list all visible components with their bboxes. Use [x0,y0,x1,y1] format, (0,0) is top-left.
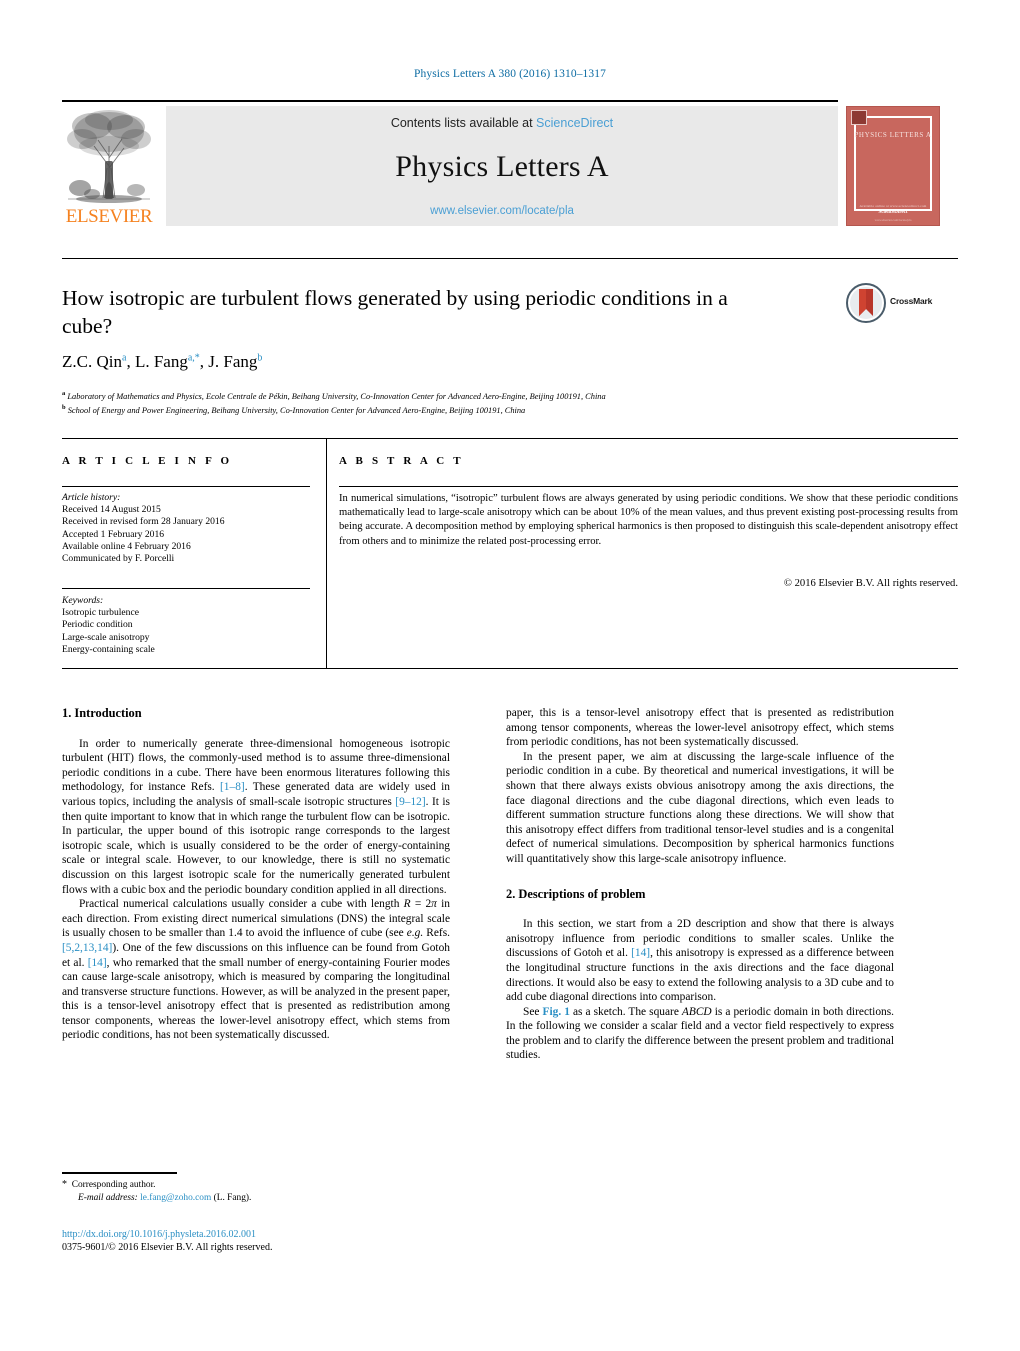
paragraph: In order to numerically generate three-d… [62,737,450,896]
cover-foot-brand: ScienceDirect [878,210,908,215]
body-column-right: paper, this is a tensor-level anisotropy… [506,706,894,1063]
issn-copyright-line: 0375-9601/© 2016 Elsevier B.V. All right… [62,1242,273,1254]
paragraph: See Fig. 1 as a sketch. The square ABCD … [506,1005,895,1062]
info-under-rule [62,486,310,487]
paragraph: paper, this is a tensor-level anisotropy… [506,707,894,749]
info-top-rule [62,438,958,439]
affiliation-list: a Laboratory of Mathematics and Physics,… [62,388,958,417]
article-history-label: Article history: [62,492,121,503]
sciencedirect-link[interactable]: ScienceDirect [536,116,613,130]
history-item: Available online 4 February 2016 [62,540,191,552]
journal-article-page: Physics Letters A 380 (2016) 1310–1317 E… [0,0,1020,1351]
article-history: Article history: Received 14 August 2015… [62,492,312,565]
journal-masthead: ELSEVIER Contents lists available at Sci… [62,100,958,228]
elsevier-tree-icon [67,110,151,203]
crossmark-icon [846,283,886,323]
crossmark-badge[interactable]: CrossMark [846,283,958,325]
paragraph: In the present paper, we aim at discussi… [506,750,894,865]
info-abstract-divider [326,438,327,668]
doi-block: http://dx.doi.org/10.1016/j.physleta.201… [62,1228,482,1255]
running-head: Physics Letters A 380 (2016) 1310–1317 [414,68,606,80]
keywords-top-rule [62,588,310,589]
footnote-block: * Corresponding author. E-mail address: … [62,1178,452,1205]
article-info-heading: A R T I C L E I N F O [62,455,233,467]
abstract-text: In numerical simulations, “isotropic” tu… [339,493,958,547]
masthead-top-rule [62,100,838,102]
paragraph: Practical numerical calculations usually… [62,898,451,1042]
keyword-list: Keywords: Isotropic turbulence Periodic … [62,595,312,656]
corresponding-author-line: * Corresponding author. [62,1178,452,1192]
history-item: Communicated by F. Porcelli [62,553,175,565]
author-list: Z.C. Qina, L. Fanga,*, J. Fangb [62,352,263,371]
contents-prefix: Contents lists available at [390,116,537,130]
section-heading-descriptions: 2. Descriptions of problem [506,886,646,901]
doi-link[interactable]: http://dx.doi.org/10.1016/j.physleta.201… [62,1228,482,1241]
paragraph: In this section, we start from a 2D desc… [506,918,894,1004]
cover-foot-note: Available online at www.sciencedirect.co… [859,204,927,208]
affiliation-a: a Laboratory of Mathematics and Physics,… [62,390,606,401]
abstract-bottom-rule [62,668,958,669]
keyword-item: Isotropic turbulence [62,607,139,619]
email-line: E-mail address: le.fang@zoho.com (L. Fan… [62,1192,452,1205]
footnote-rule [62,1172,177,1174]
cover-bottom-url: www.elsevier.com/locate/pla [874,218,912,222]
email-link[interactable]: le.fang@zoho.com [140,1193,211,1203]
abstract-under-rule [339,486,958,487]
corresponding-author-text: Corresponding author. [71,1180,156,1190]
affiliation-a-text: Laboratory of Mathematics and Physics, E… [67,391,606,401]
elsevier-wordmark: ELSEVIER [65,206,153,227]
cover-title: PHYSICS LETTERS A [854,131,932,139]
contents-available-line: Contents lists available at ScienceDirec… [166,116,838,130]
keyword-item: Periodic condition [62,619,133,631]
journal-cover-thumbnail[interactable]: PHYSICS LETTERS A Available online at ww… [846,106,940,226]
crossmark-label: CrossMark [890,296,933,306]
keyword-item: Energy-containing scale [62,643,155,655]
abstract-copyright: © 2016 Elsevier B.V. All rights reserved… [783,578,958,589]
keywords-label: Keywords: [62,595,104,606]
history-item: Received 14 August 2015 [62,504,161,516]
section-heading-introduction: 1. Introduction [62,706,142,720]
title-separator-rule [62,258,958,259]
history-item: Received in revised form 28 January 2016 [62,516,225,528]
affiliation-b-text: School of Energy and Power Engineering, … [67,406,526,416]
masthead-banner: Contents lists available at ScienceDirec… [166,106,838,226]
article-title: How isotropic are turbulent flows genera… [62,286,728,338]
affiliation-b: b School of Energy and Power Engineering… [62,404,526,416]
journal-title: Physics Letters A [395,150,609,183]
email-label: E-mail address: [78,1193,138,1203]
cover-elsevier-mark-icon [851,110,867,125]
email-owner: (L. Fang). [213,1193,252,1203]
elsevier-logo: ELSEVIER [62,106,156,226]
asterisk-icon: * [62,1179,67,1190]
body-column-left: 1. Introduction In order to numerically … [62,706,450,1043]
keyword-item: Large-scale anisotropy [62,631,150,643]
history-item: Accepted 1 February 2016 [62,528,165,540]
abstract-heading: A B S T R A C T [339,455,464,467]
journal-url-link[interactable]: www.elsevier.com/locate/pla [166,205,838,217]
